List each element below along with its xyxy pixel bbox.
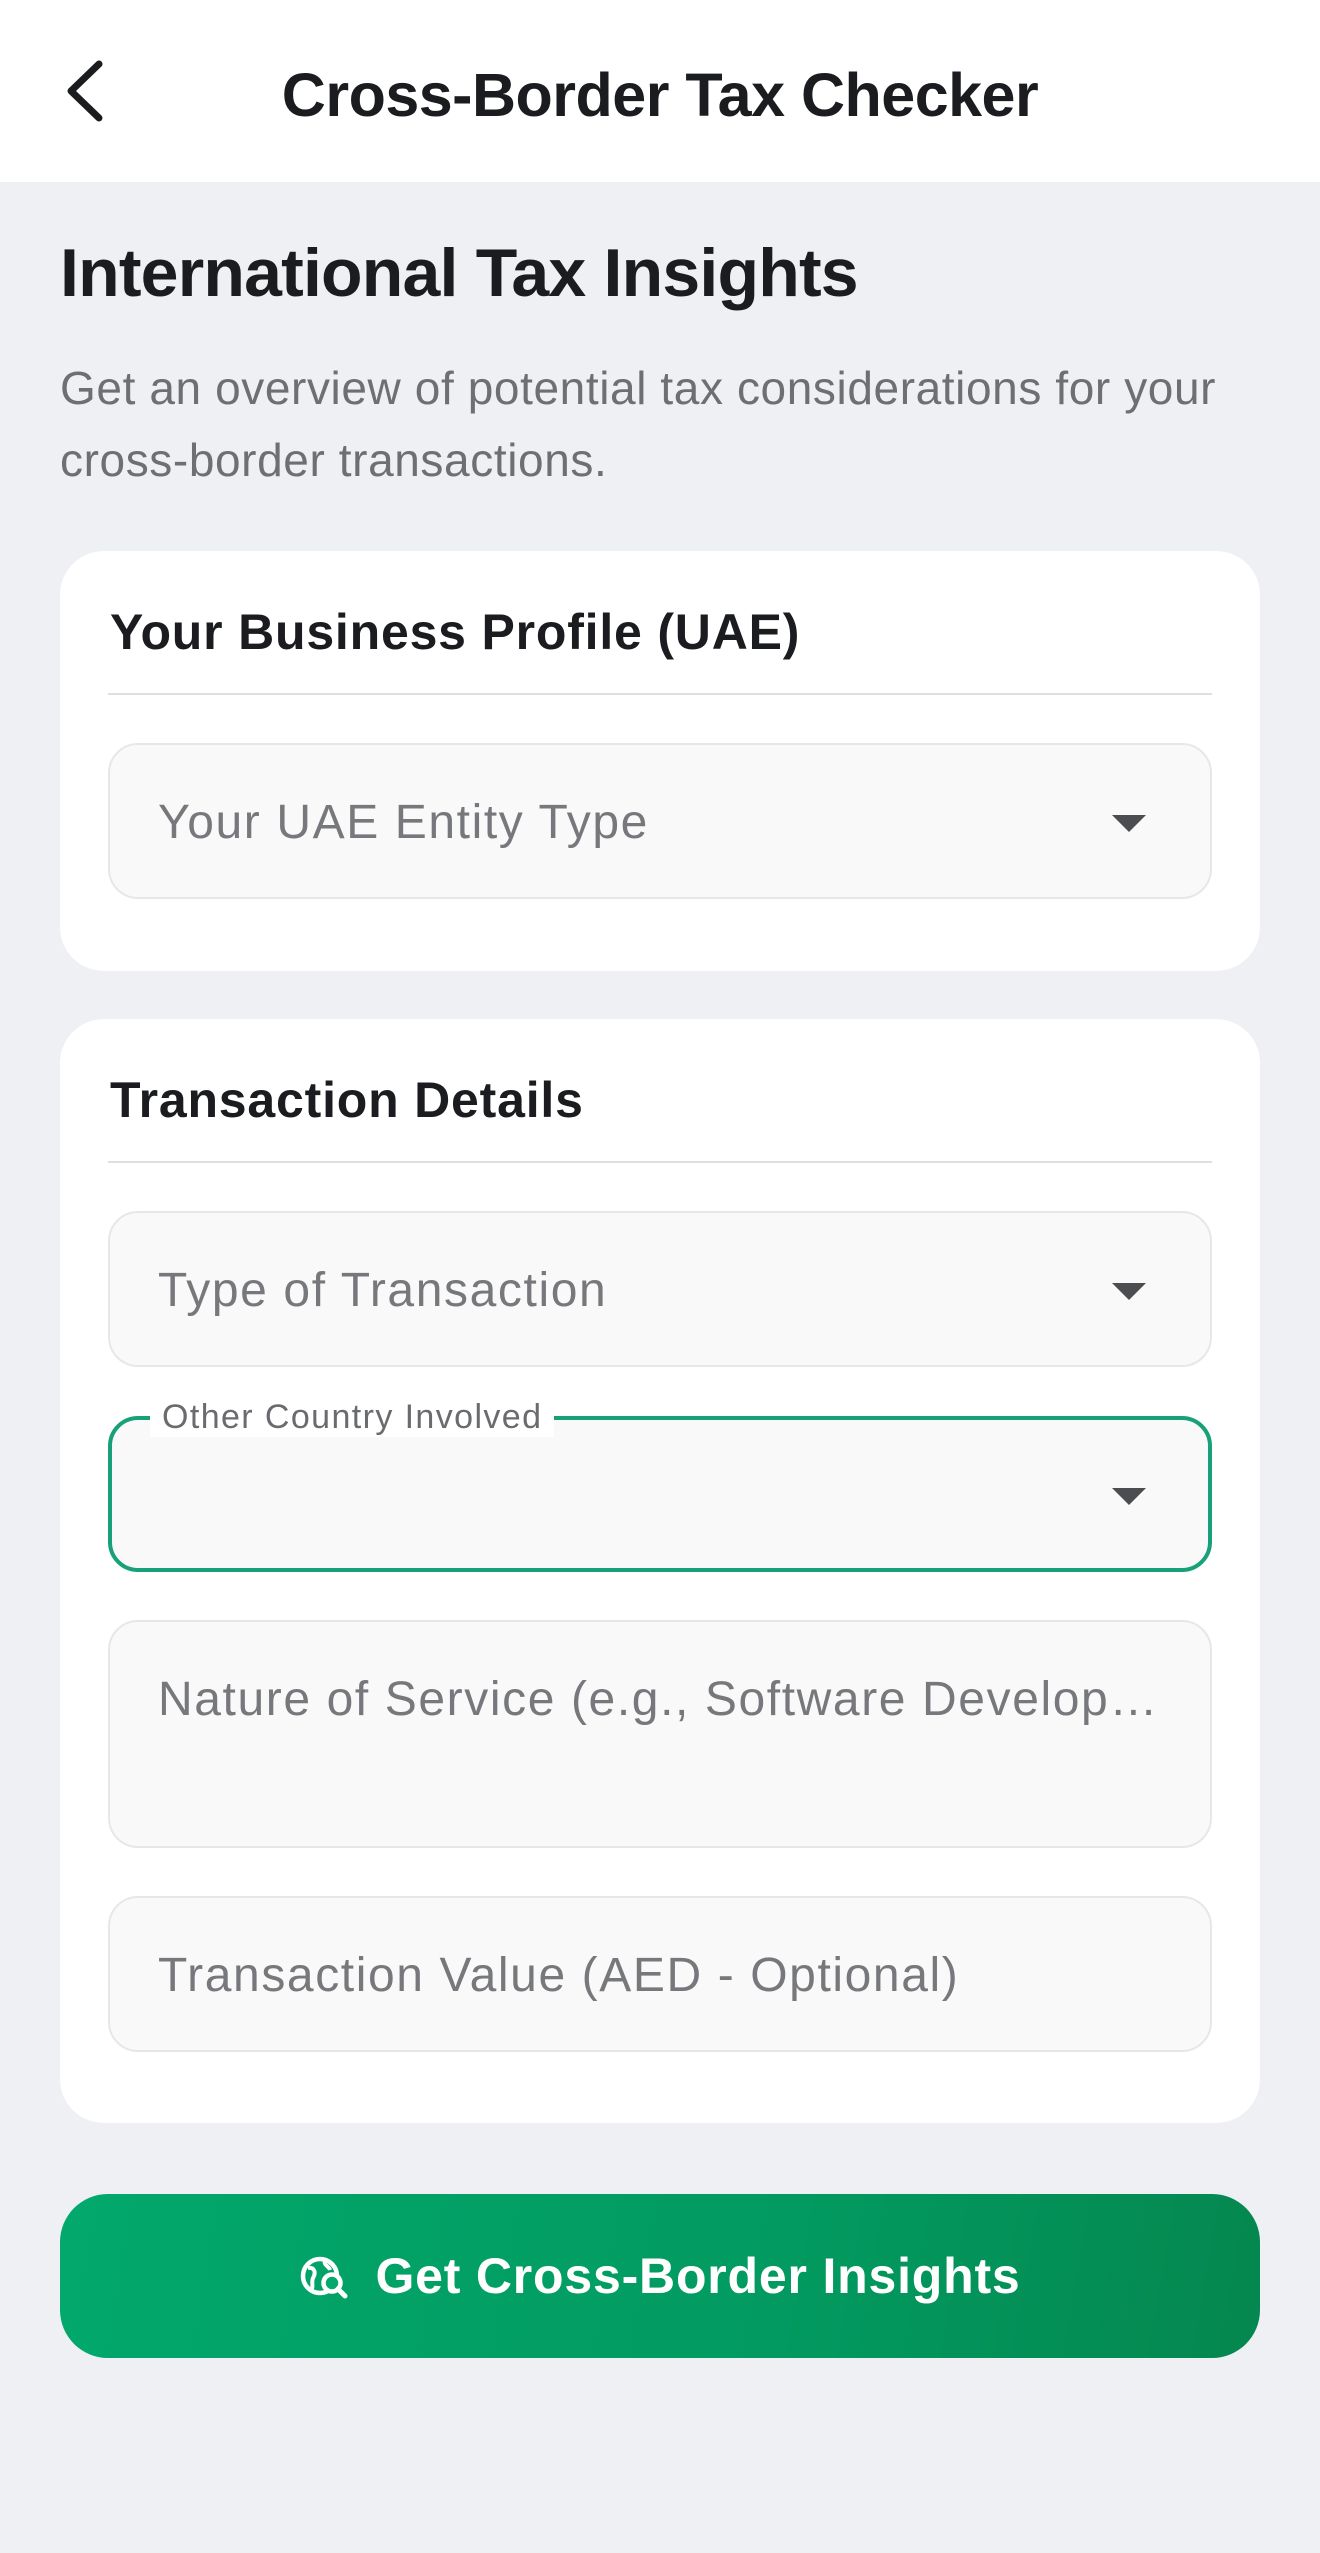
- transaction-value-placeholder: Transaction Value (AED - Optional): [158, 1949, 960, 2002]
- app-bar: Cross-Border Tax Checker: [0, 0, 1320, 182]
- transaction-details-card: Transaction Details Type of Transaction …: [60, 1019, 1260, 2123]
- divider: [108, 1161, 1212, 1163]
- page-subtitle: Get an overview of potential tax conside…: [60, 362, 1217, 486]
- page-heading: International Tax Insights: [60, 235, 859, 311]
- entity-type-select[interactable]: Your UAE Entity Type: [108, 743, 1212, 899]
- transaction-type-select[interactable]: Type of Transaction: [108, 1211, 1212, 1367]
- globe-search-icon: [301, 2256, 348, 2299]
- entity-type-placeholder: Your UAE Entity Type: [158, 796, 649, 849]
- transaction-details-title: Transaction Details: [110, 1072, 584, 1128]
- nature-of-service-placeholder: Nature of Service (e.g., Software Develo…: [158, 1673, 1168, 1726]
- country-select[interactable]: Other Country Involved: [108, 1397, 1212, 1572]
- get-insights-button[interactable]: Get Cross-Border Insights: [60, 2194, 1260, 2358]
- dropdown-arrow-icon: [1112, 1283, 1146, 1300]
- transaction-type-placeholder: Type of Transaction: [158, 1264, 608, 1317]
- app-title: Cross-Border Tax Checker: [281, 61, 1039, 129]
- business-profile-card: Your Business Profile (UAE) Your UAE Ent…: [60, 551, 1260, 971]
- transaction-value-input[interactable]: Transaction Value (AED - Optional): [108, 1896, 1212, 2052]
- divider: [108, 693, 1212, 695]
- business-profile-title: Your Business Profile (UAE): [110, 604, 801, 660]
- dropdown-arrow-icon: [1112, 815, 1146, 832]
- get-insights-label: Get Cross-Border Insights: [375, 2248, 1021, 2304]
- nature-of-service-input[interactable]: Nature of Service (e.g., Software Develo…: [108, 1620, 1212, 1848]
- dropdown-arrow-icon: [1112, 1488, 1146, 1505]
- country-label: Other Country Involved: [150, 1397, 555, 1437]
